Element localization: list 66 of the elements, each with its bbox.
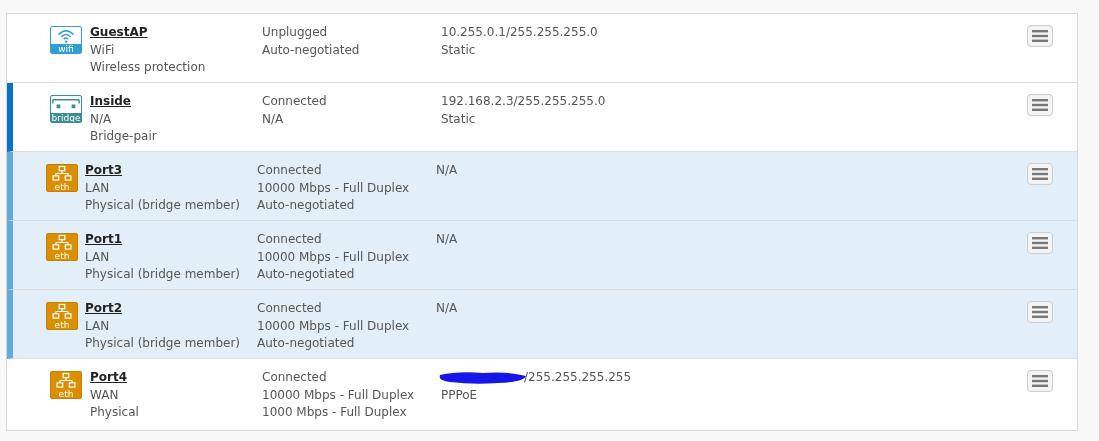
menu-icon: [1032, 237, 1048, 249]
interface-name-link[interactable]: Port2: [85, 300, 123, 318]
interface-name-link[interactable]: Port3: [85, 162, 123, 180]
interface-row[interactable]: wifi GuestAP WiFi Wireless protection Unplugged Auto-negotiated 10.255.0.1/255.255.255.0 Static: [7, 14, 1077, 83]
interface-status: Auto-negotiated: [257, 266, 355, 283]
interface-address: PPPoE: [441, 386, 478, 404]
interface-address: N/A: [436, 231, 458, 248]
interface-icon: eth: [46, 302, 78, 330]
interface-address: Static: [441, 110, 476, 128]
interface-name-link[interactable]: GuestAP: [90, 24, 148, 42]
interface-status: 10000 Mbps - Full Duplex: [257, 179, 410, 197]
interface-detail: Physical (bridge member): [85, 197, 240, 214]
interface-icon: bridge: [50, 95, 82, 123]
interface-name-link[interactable]: Port1: [85, 231, 123, 249]
menu-icon: [1032, 375, 1048, 387]
interface-address: N/A: [436, 162, 458, 179]
interface-detail: Wireless protection: [90, 59, 206, 76]
interface-detail: WiFi: [90, 41, 115, 59]
interface-detail: Physical (bridge member): [85, 266, 240, 283]
menu-icon: [1032, 99, 1048, 111]
interface-row[interactable]: eth Port3 LAN Physical (bridge member) Connected 10000 Mbps - Full Duplex Auto-negotiated N/A: [7, 152, 1077, 221]
interface-address: /255.255.255.255: [524, 369, 632, 386]
interface-status: Connected: [257, 231, 322, 248]
interface-status: Auto-negotiated: [257, 197, 355, 214]
interface-status: Auto-negotiated: [262, 41, 360, 59]
interface-icon: eth: [46, 164, 78, 192]
interface-row[interactable]: eth Port4 WAN Physical Connected 10000 Mbps - Full Duplex 1000 Mbps - Full Duplex /255.255.255.255 PPPoE: [7, 359, 1077, 430]
interface-status: 10000 Mbps - Full Duplex: [257, 248, 410, 266]
interface-status: Connected: [262, 93, 327, 110]
interface-detail: LAN: [85, 179, 110, 197]
menu-button[interactable]: [1027, 232, 1053, 254]
menu-button[interactable]: [1027, 25, 1053, 47]
menu-icon: [1032, 30, 1048, 42]
menu-icon: [1032, 306, 1048, 318]
interface-detail: Physical: [90, 404, 139, 421]
interface-address: 192.168.2.3/255.255.255.0: [441, 93, 606, 110]
interface-address: N/A: [436, 300, 458, 317]
interface-name-link[interactable]: Port4: [90, 369, 128, 387]
interface-detail: Physical (bridge member): [85, 335, 240, 352]
interface-detail: WAN: [90, 386, 119, 404]
menu-icon: [1032, 168, 1048, 180]
menu-button[interactable]: [1027, 370, 1053, 392]
interface-address: Static: [441, 41, 476, 59]
interface-detail: LAN: [85, 317, 110, 335]
interface-address: 10.255.0.1/255.255.255.0: [441, 24, 598, 41]
interface-icon: eth: [46, 233, 78, 261]
interface-row[interactable]: eth Port2 LAN Physical (bridge member) Connected 10000 Mbps - Full Duplex Auto-negotiated N/A: [7, 290, 1077, 359]
interface-status: Connected: [262, 369, 327, 386]
interface-icon: eth: [50, 371, 82, 399]
interface-status: Auto-negotiated: [257, 335, 355, 352]
menu-button[interactable]: [1027, 301, 1053, 323]
interface-status: Connected: [257, 162, 322, 179]
interface-name-link[interactable]: Inside: [90, 93, 131, 111]
menu-button[interactable]: [1027, 163, 1053, 185]
interface-status: 1000 Mbps - Full Duplex: [262, 404, 407, 421]
interface-status: N/A: [262, 110, 284, 128]
interface-status: 10000 Mbps - Full Duplex: [257, 317, 410, 335]
interface-detail: LAN: [85, 248, 110, 266]
interface-icon: wifi: [50, 26, 82, 54]
interface-status: Unplugged: [262, 24, 328, 41]
menu-button[interactable]: [1027, 94, 1053, 116]
interface-status: 10000 Mbps - Full Duplex: [262, 386, 415, 404]
interface-detail: N/A: [90, 110, 112, 128]
interface-detail: Bridge-pair: [90, 128, 157, 145]
interface-row[interactable]: eth Port1 LAN Physical (bridge member) Connected 10000 Mbps - Full Duplex Auto-negotiated N/A: [7, 221, 1077, 290]
interface-status: Connected: [257, 300, 322, 317]
